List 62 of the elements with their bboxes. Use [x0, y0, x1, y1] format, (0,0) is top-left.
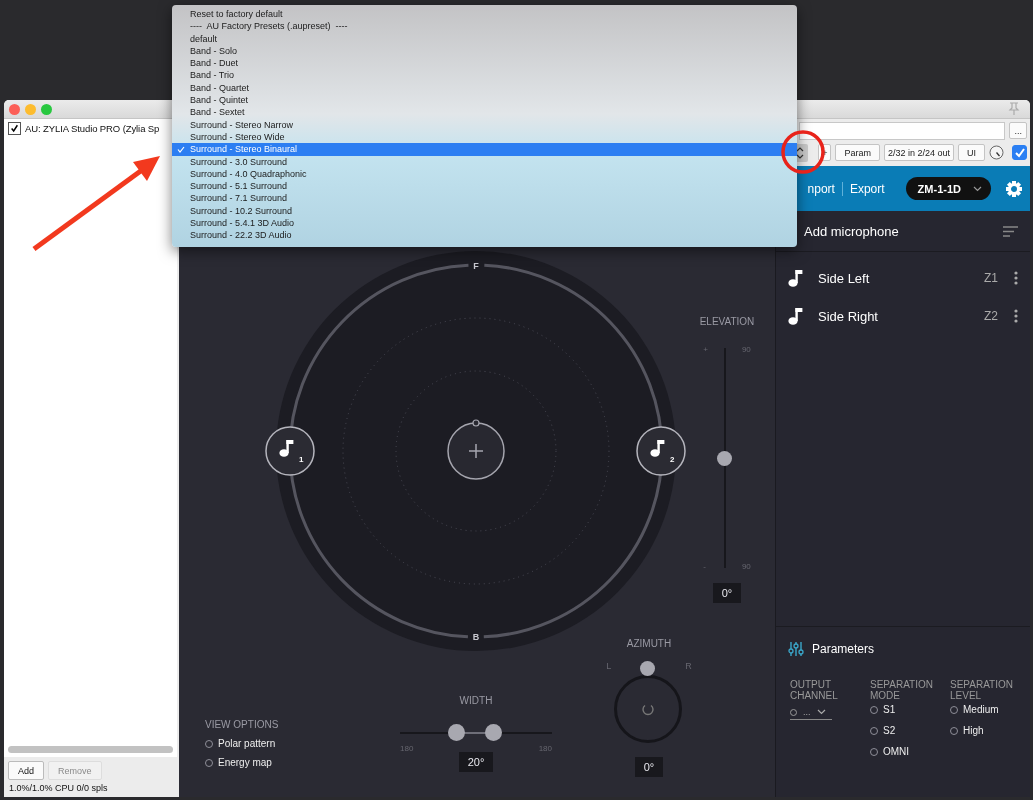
width-label: WIDTH: [459, 695, 493, 706]
menu-item[interactable]: Band - Duet: [172, 57, 797, 70]
menu-item[interactable]: Band - Sextet: [172, 106, 797, 119]
menu-item[interactable]: Band - Quartet: [172, 81, 797, 95]
menu-item[interactable]: Surround - Stereo Binaural: [172, 143, 797, 156]
zone-label: Z2: [984, 309, 998, 323]
right-label: R: [685, 661, 692, 673]
menu-item[interactable]: Surround - Stereo Narrow: [172, 118, 797, 131]
source-number: 2: [670, 455, 675, 464]
device-dropdown[interactable]: ZM-1-1D: [905, 177, 991, 200]
menu-item[interactable]: Surround - 7.1 Surround: [172, 192, 797, 205]
parameters-title: Parameters: [812, 642, 875, 656]
source-node[interactable]: 1: [265, 426, 315, 476]
option-label: Polar pattern: [218, 738, 276, 749]
view-options-title: VIEW OPTIONS: [205, 719, 280, 730]
menu-item[interactable]: Surround - 5.1 Surround: [172, 180, 797, 193]
io-config-button[interactable]: 2/32 in 2/24 out: [883, 144, 954, 161]
source-number: 1: [299, 455, 304, 464]
option-label: S1: [883, 704, 896, 715]
microphone-name[interactable]: Side Left: [818, 270, 984, 286]
plugin-list-item[interactable]: AU: ZYLIA Studio PRO (Zylia Sp: [25, 123, 160, 134]
elevation-value: 0°: [712, 583, 742, 603]
output-channel-dropdown[interactable]: ...: [790, 707, 832, 720]
azimuth-value: 0°: [634, 757, 664, 777]
param-button[interactable]: Param: [835, 144, 880, 161]
parameter-label: SEPARATION LEVEL: [950, 679, 1014, 701]
back-label: B: [472, 632, 480, 642]
front-label: F: [473, 261, 479, 271]
menu-item[interactable]: Band - Trio: [172, 69, 797, 82]
menu-item[interactable]: Surround - Stereo Wide: [172, 130, 797, 144]
microphone-name[interactable]: Side Right: [818, 308, 984, 324]
cpu-status: 1.0%/1.0% CPU 0/0 spls: [8, 782, 109, 795]
menu-item[interactable]: ---- AU Factory Presets (.aupreset) ----: [172, 20, 797, 33]
menu-item[interactable]: Surround - 4.0 Quadraphonic: [172, 167, 797, 181]
parameter-label: OUTPUT CHANNEL: [790, 679, 839, 701]
width-value: 20°: [458, 752, 494, 772]
menu-item[interactable]: Surround - 22.2 3D Audio: [172, 229, 797, 242]
option-label: High: [963, 725, 984, 736]
option-label: S2: [883, 725, 896, 736]
more-button[interactable]: ...: [1009, 122, 1027, 139]
add-button[interactable]: Add: [8, 761, 44, 780]
parameter-label: SEPARATION MODE: [870, 679, 934, 701]
left-label: L: [606, 661, 612, 673]
minus-label: -: [703, 562, 707, 571]
menu-item[interactable]: Band - Quintet: [172, 94, 797, 107]
option-label: OMNI: [883, 746, 910, 757]
elevation-label: ELEVATION: [699, 316, 755, 327]
menu-item[interactable]: Band - Solo: [172, 44, 797, 58]
menu-item[interactable]: Surround - 10.2 Surround: [172, 204, 797, 218]
source-node[interactable]: 2: [636, 426, 686, 476]
option-label: Medium: [963, 704, 999, 715]
plus-label: +: [703, 345, 708, 354]
ui-button[interactable]: UI: [958, 144, 985, 161]
option-label: Energy map: [218, 757, 272, 768]
zone-label: Z1: [984, 271, 998, 285]
menu-item[interactable]: Surround - 3.0 Surround: [172, 155, 797, 168]
export-link[interactable]: Export: [849, 181, 885, 196]
azimuth-label: AZIMUTH: [626, 638, 672, 649]
menu-item[interactable]: Reset to factory default: [172, 8, 797, 21]
menu-item[interactable]: default: [172, 32, 797, 45]
menu-item[interactable]: Surround - 5.4.1 3D Audio: [172, 217, 797, 230]
import-link[interactable]: nport: [807, 181, 835, 196]
